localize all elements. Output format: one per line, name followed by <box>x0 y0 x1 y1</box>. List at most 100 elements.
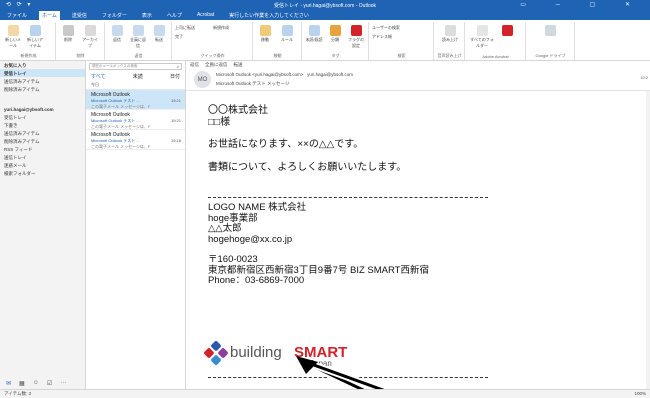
mail-icon <box>7 25 19 36</box>
folder-junk[interactable]: 迷惑メール <box>0 161 85 169</box>
tell-me-input[interactable]: 実行したい作業を入力してください <box>226 11 312 20</box>
unread-read-button[interactable]: 未読/既読 <box>305 25 323 43</box>
folder-deleted[interactable]: 削除済みアイテム <box>0 137 85 145</box>
archive-icon <box>84 25 96 36</box>
envelope-icon <box>308 25 320 36</box>
folder-sent[interactable]: 送信済みアイテム <box>0 129 85 137</box>
reading-scrollbar[interactable] <box>646 91 650 389</box>
message-to: yuri.hagai@ybsoft.com <box>307 72 353 77</box>
forward-button[interactable]: 転送 <box>234 62 243 68</box>
group-label: タグ <box>331 53 340 58</box>
ribbon: 新しいメール 新しいアイテム 新規作成 削除 アーカイブ 削除 返信 全員に返信… <box>0 20 650 61</box>
reply-button[interactable]: 返信 <box>108 25 126 43</box>
archive-button[interactable]: アーカイブ <box>81 25 99 49</box>
delete-icon <box>62 25 74 36</box>
pdf-folder-icon <box>476 25 488 36</box>
group-label: 音声読み上げ <box>437 53 462 58</box>
message-date: 19:2 <box>640 75 648 80</box>
logo-text-left: building <box>230 344 282 361</box>
read-aloud-button[interactable]: 読み上げ <box>441 25 459 43</box>
ribbon-group-acrobat: すべてのフォルダー Adobe Acrobat <box>466 22 526 60</box>
folder-inbox[interactable]: 受信トレイ <box>0 113 85 121</box>
more-icon[interactable]: ··· <box>60 380 66 386</box>
people-icon[interactable]: ☺ <box>33 380 39 386</box>
delete-button[interactable]: 削除 <box>59 25 77 43</box>
search-icon[interactable]: ⌕ <box>177 64 179 69</box>
favorites-header[interactable]: お気に入り <box>0 61 85 69</box>
tab-file[interactable]: ファイル <box>4 11 30 20</box>
zoom-level[interactable]: 100% <box>634 390 646 398</box>
folder-sent-fav[interactable]: 送信済みアイテム <box>0 77 85 85</box>
list-item[interactable]: Microsoft Outlook Microsoft Outlook テスト … <box>86 130 185 150</box>
reply-button[interactable]: 返信 <box>190 62 199 68</box>
group-label: Adobe Acrobat <box>482 54 509 59</box>
quick-step-forward-boss[interactable]: 上司に転送 <box>175 25 211 31</box>
ribbon-group-move: 移動 ルール 移動 <box>254 22 302 60</box>
buildingsmart-logo: building SMART Japan <box>204 341 347 368</box>
folder-inbox-fav[interactable]: 受信トレイ <box>0 69 85 77</box>
signature-postal: 〒160-0023 <box>208 254 258 265</box>
folder-deleted-fav[interactable]: 削除済みアイテム <box>0 85 85 93</box>
search-input[interactable]: 現在のメールボックスの検索 ⌕ <box>89 63 182 70</box>
body-line: □□様 <box>208 116 231 128</box>
categorize-icon <box>329 25 341 36</box>
message-time: 19:21 <box>170 98 181 103</box>
mail-icon[interactable]: ✉ <box>6 380 11 387</box>
message-time: 19:18 <box>170 138 181 143</box>
window-controls[interactable]: ▭ ─ ▢ ✕ <box>520 1 644 8</box>
rules-icon <box>281 25 293 36</box>
body-line: 書類について、よろしくお願いいたします。 <box>208 161 407 173</box>
calendar-icon[interactable]: ▦ <box>19 380 25 387</box>
tab-acrobat[interactable]: Acrobat <box>194 11 217 19</box>
tab-folder[interactable]: フォルダー <box>99 11 130 20</box>
tab-help[interactable]: ヘルプ <box>164 11 185 20</box>
acrobat-button[interactable] <box>498 25 516 37</box>
search-people-input[interactable]: ユーザーの検索 <box>372 25 432 31</box>
group-header-today[interactable]: 今日 <box>86 81 185 90</box>
rules-button[interactable]: ルール <box>278 25 296 43</box>
sort-by[interactable]: 日付 <box>170 73 180 80</box>
reply-all-button[interactable]: 全員に返信 <box>129 25 147 49</box>
tab-send-receive[interactable]: 送受信 <box>69 11 90 20</box>
move-button[interactable]: 移動 <box>256 25 274 43</box>
signature-department: hoge事業部 <box>208 212 258 224</box>
folder-search[interactable]: 検索フォルダー <box>0 169 85 177</box>
ribbon-group-respond: 返信 全員に返信 転送 返信 <box>106 22 172 60</box>
filter-unread[interactable]: 未読 <box>133 73 143 80</box>
new-email-button[interactable]: 新しいメール <box>4 25 22 49</box>
list-item[interactable]: Microsoft Outlook Microsoft Outlook テスト … <box>86 90 185 110</box>
folder-drafts[interactable]: 下書き <box>0 121 85 129</box>
message-preview: この電子メール メッセージは、F <box>91 144 151 149</box>
google-drive-button[interactable] <box>541 25 559 37</box>
quick-step-new[interactable]: 新規作成 <box>213 25 249 31</box>
all-folders-button[interactable]: すべてのフォルダー <box>470 25 494 49</box>
body-line: 〇〇株式会社 <box>208 105 268 116</box>
ribbon-group-new: 新しいメール 新しいアイテム 新規作成 <box>2 22 56 60</box>
items-icon <box>29 25 41 36</box>
flag-icon <box>350 25 362 36</box>
group-label: 移動 <box>273 53 282 58</box>
reply-all-icon <box>132 25 144 36</box>
tab-view[interactable]: 表示 <box>139 11 155 20</box>
reply-all-button[interactable]: 全員に返信 <box>205 62 228 68</box>
new-items-button[interactable]: 新しいアイテム <box>26 25 44 49</box>
categorize-button[interactable]: 分類 <box>326 25 344 43</box>
address-book-button[interactable]: アドレス帳 <box>372 34 432 40</box>
tasks-icon[interactable]: ☑ <box>47 380 52 387</box>
tab-home[interactable]: ホーム <box>39 10 60 20</box>
signature-email[interactable]: hogehoge@xx.co.jp <box>208 234 638 246</box>
forward-button[interactable]: 転送 <box>150 25 168 43</box>
account-header[interactable]: yuri.hagai@ybsoft.com <box>0 105 85 113</box>
message-from[interactable]: Microsoft Outlook <yuri.hagai@ybsoft.com… <box>216 72 353 77</box>
filter-all[interactable]: すべて <box>91 73 105 80</box>
quick-step-done[interactable]: 完了 <box>175 34 211 40</box>
list-item[interactable]: Microsoft Outlook Microsoft Outlook テスト … <box>86 110 185 130</box>
ribbon-group-tags: 未読/既読 分類 フラグの設定 タグ <box>303 22 369 60</box>
drive-icon <box>544 25 556 36</box>
folder-rss[interactable]: RSS フィード <box>0 145 85 153</box>
follow-up-button[interactable]: フラグの設定 <box>347 25 365 49</box>
group-label: クイック操作 <box>200 53 225 58</box>
folder-outbox[interactable]: 送信トレイ <box>0 153 85 161</box>
message-time: 19:21 <box>170 118 181 123</box>
logo-mark-icon <box>204 341 228 365</box>
